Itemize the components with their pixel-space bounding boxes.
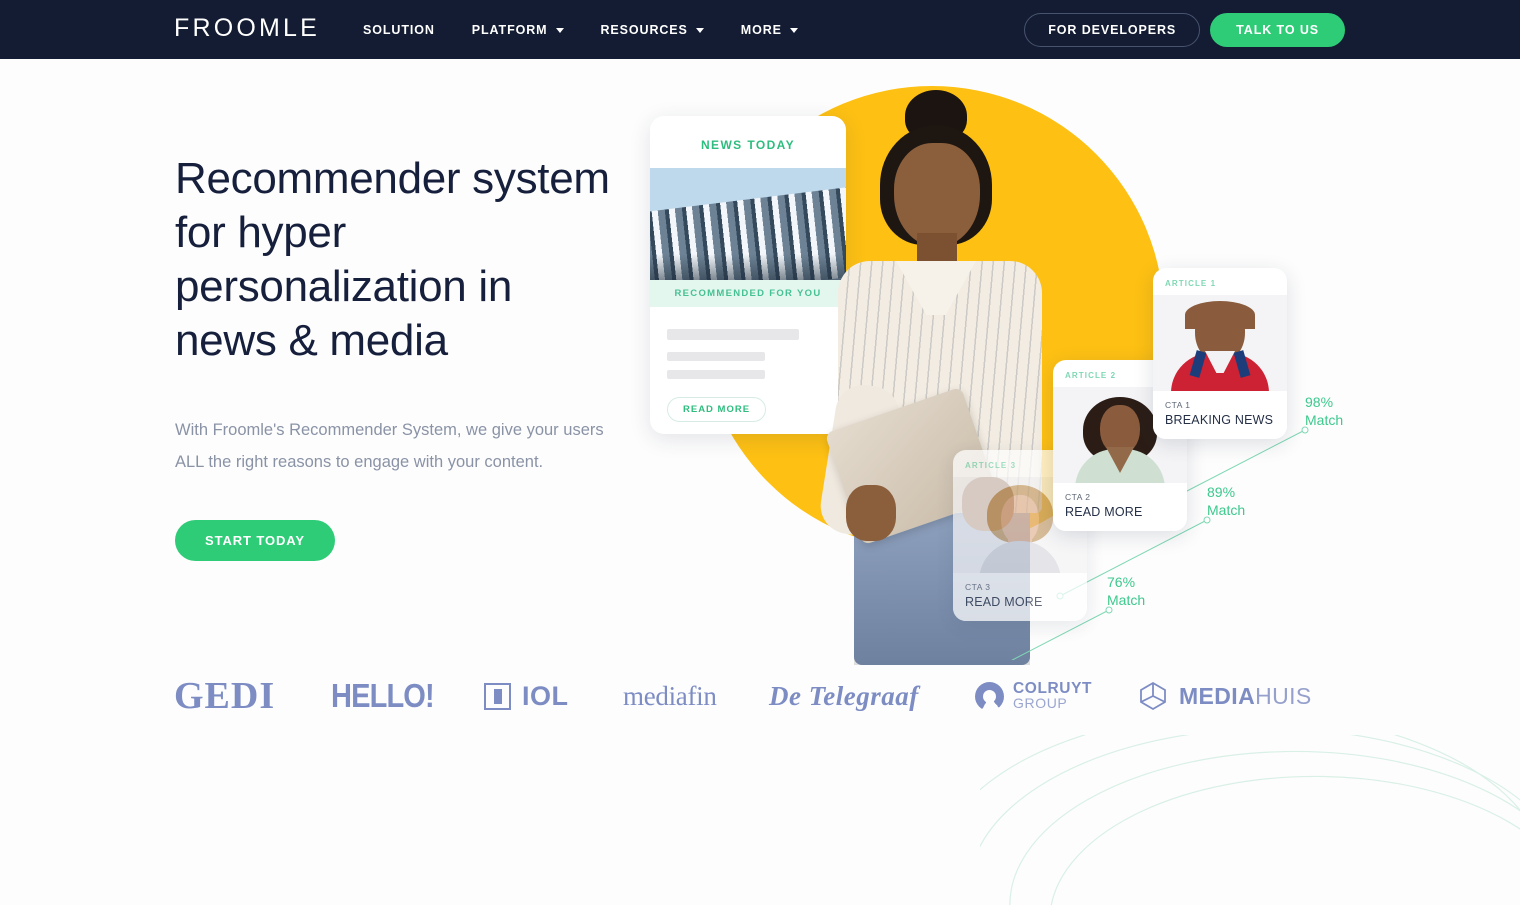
top-navigation-bar: FROOMLE SOLUTION PLATFORM RESOURCES MORE… [0, 0, 1520, 59]
match-percent: 89% [1207, 484, 1236, 500]
hexagon-cube-icon [1140, 681, 1166, 711]
hero-copy: Recommender system for hyper personaliza… [175, 152, 625, 561]
article-card-3-cta-big: READ MORE [965, 595, 1043, 609]
nav-actions: FOR DEVELOPERS TALK TO US [1024, 13, 1345, 47]
decorative-arcs [980, 735, 1520, 905]
logo-gedi: GEDI [174, 675, 276, 717]
for-developers-button[interactable]: FOR DEVELOPERS [1024, 13, 1201, 47]
nav-item-solution-label: SOLUTION [363, 22, 435, 37]
colruyt-c-icon [975, 681, 1004, 711]
logo-de-telegraaf: De Telegraaf [769, 680, 919, 711]
logo-colruyt-line1: COLRUYT [1013, 680, 1093, 697]
nav-item-more-label: MORE [740, 22, 782, 37]
logo-mediafin: mediafin [623, 680, 717, 711]
article-card-1[interactable]: ARTICLE 1 CTA 1 BREAKING NEWS [1153, 268, 1287, 439]
article-card-1-label: ARTICLE 1 [1165, 279, 1217, 288]
logo-mediahuis-text: MEDIAHUIS [1179, 683, 1312, 710]
article-card-1-photo [1153, 295, 1287, 391]
nav-links: SOLUTION PLATFORM RESOURCES MORE [363, 0, 798, 59]
match-word: Match [1305, 412, 1344, 428]
logo-mediahuis-light: HUIS [1255, 682, 1312, 709]
nav-item-solution[interactable]: SOLUTION [363, 23, 435, 37]
hero-subtitle: With Froomle's Recommender System, we gi… [175, 421, 604, 471]
logo-iol-text: IOL [522, 680, 569, 711]
face [894, 143, 980, 247]
logo-mediahuis-bold: MEDIA [1179, 682, 1256, 709]
article-card-2-cta-small: CTA 2 [1065, 492, 1091, 502]
match-percent: 98% [1305, 394, 1334, 410]
nav-item-resources-label: RESOURCES [600, 22, 688, 37]
skeleton-line [667, 352, 765, 361]
logo-colruyt-line2: GROUP [1013, 695, 1068, 711]
page-title: Recommender system for hyper personaliza… [175, 154, 610, 365]
talk-to-us-button[interactable]: TALK TO US [1210, 13, 1345, 47]
article-card-1-cta-big: BREAKING NEWS [1165, 413, 1274, 427]
logo-iol: IOL [484, 660, 569, 732]
start-today-button[interactable]: START TODAY [175, 520, 335, 561]
match-word: Match [1207, 502, 1246, 518]
logo-colruyt-group: COLRUYT GROUP [975, 660, 1092, 732]
dress [979, 541, 1061, 573]
article-card-1-cta: CTA 1 BREAKING NEWS [1153, 391, 1287, 439]
article-card-2-cta: CTA 2 READ MORE [1053, 483, 1187, 531]
article-card-3-cta-small: CTA 3 [965, 582, 991, 592]
nav-item-platform-label: PLATFORM [471, 22, 548, 37]
match-percent: 76% [1107, 574, 1136, 590]
left-hand [846, 485, 896, 541]
article-card-3-cta: CTA 3 READ MORE [953, 573, 1087, 621]
match-label-76: 76% Match [1107, 573, 1145, 609]
nav-item-more[interactable]: MORE [741, 23, 798, 37]
match-word: Match [1107, 592, 1146, 608]
news-card-read-more-button[interactable]: READ MORE [667, 397, 767, 422]
article-card-2-cta-big: READ MORE [1065, 505, 1143, 519]
logo-hello: HELLO! [331, 677, 435, 714]
skeleton-line [667, 329, 799, 340]
froomle-logo[interactable]: FROOMLE [174, 14, 320, 43]
chevron-down-icon [695, 28, 704, 33]
nav-item-platform[interactable]: PLATFORM [472, 23, 564, 37]
skeleton-line [667, 370, 765, 379]
logo-colruyt-text: COLRUYT GROUP [1013, 680, 1093, 711]
iol-square-icon [484, 682, 511, 710]
chevron-down-icon [555, 28, 564, 33]
article-card-1-cta-small: CTA 1 [1165, 400, 1191, 410]
match-label-89: 89% Match [1207, 483, 1245, 519]
chevron-down-icon [789, 28, 798, 33]
nav-item-resources[interactable]: RESOURCES [601, 23, 704, 37]
hero-illustration: NEWS TODAY RECOMMENDED FOR YOU READ MORE [640, 60, 1380, 665]
client-logo-strip: GEDI HELLO! IOL mediafin De Telegraaf CO… [0, 660, 1520, 732]
logo-mediahuis: MEDIAHUIS [1138, 660, 1312, 732]
match-label-98: 98% Match [1305, 393, 1343, 429]
